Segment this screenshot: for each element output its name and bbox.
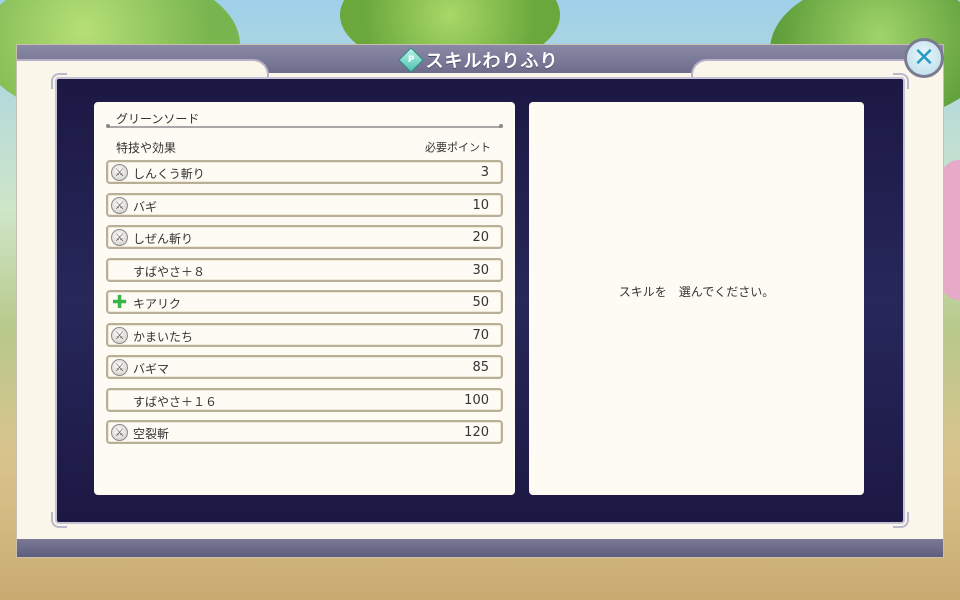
skill-name: しぜん斬り (133, 232, 194, 246)
skill-name: バギマ (133, 362, 170, 376)
close-button[interactable]: ✕ (904, 38, 944, 78)
skill-list: ⚔ しんくう斬り 3 ⚔ バギ 10 ⚔ しぜん斬り 20 すばやさ＋８ 30 … (106, 160, 503, 453)
skill-row[interactable]: ⚔ 空裂斬 120 (106, 420, 503, 444)
skill-name: すばやさ＋８ (133, 264, 206, 279)
title-bar: P スキルわりふり (17, 45, 943, 77)
sword-icon: ⚔ (111, 229, 128, 246)
skill-row[interactable]: ⚔ しんくう斬り 3 (106, 160, 503, 184)
sword-icon: ⚔ (111, 424, 128, 441)
skill-cost: 10 (472, 197, 489, 213)
select-skill-prompt: スキルを 選んでください。 (618, 285, 775, 299)
skill-row[interactable]: ⚔ バギマ 85 (106, 355, 503, 379)
skill-detail-panel: スキルを 選んでください。 (529, 102, 864, 495)
sword-icon: ⚔ (111, 196, 128, 214)
skill-row[interactable]: すばやさ＋８ 30 (106, 257, 503, 282)
sword-icon: ⚔ (111, 164, 128, 181)
skill-cost: 120 (464, 425, 489, 440)
divider (106, 124, 503, 128)
skill-name: かまいたち (133, 329, 194, 344)
weapon-name: グリーンソード (116, 112, 200, 126)
skill-row[interactable]: ⚔ しぜん斬り 20 (106, 225, 503, 249)
skill-row[interactable]: ⚔ バギ 10 (106, 192, 503, 217)
skill-cost: 50 (472, 295, 489, 310)
skill-cost: 85 (472, 360, 489, 375)
sword-icon: ⚔ (111, 359, 128, 376)
skill-list-panel: グリーンソード 特技や効果 必要ポイント ⚔ しんくう斬り 3 ⚔ バギ 10 … (94, 102, 515, 495)
sword-icon: ⚔ (111, 326, 128, 344)
skill-cost: 3 (480, 165, 489, 180)
skill-cost: 20 (472, 230, 489, 245)
skill-cost: 30 (472, 262, 489, 278)
column-header-points: 必要ポイント (425, 141, 491, 154)
skill-name: バギ (133, 199, 158, 214)
skill-cost: 70 (472, 327, 489, 343)
skill-name: しんくう斬り (133, 167, 205, 181)
skill-name: 空裂斬 (133, 427, 170, 441)
skill-row[interactable]: ✚ キアリク 50 (106, 290, 503, 314)
column-header-skill: 特技や効果 (116, 141, 177, 155)
window-title: スキルわりふり (425, 51, 559, 72)
close-icon: ✕ (913, 43, 935, 73)
skill-name: すばやさ＋１６ (133, 394, 218, 409)
skill-name: キアリク (133, 297, 182, 311)
skill-cost: 100 (464, 392, 489, 408)
bottom-bar (17, 539, 943, 557)
skill-row[interactable]: ⚔ かまいたち 70 (106, 322, 503, 347)
heal-cross-icon: ✚ (111, 292, 128, 313)
skill-points-gem-icon: P (397, 47, 424, 73)
skill-row[interactable]: すばやさ＋１６ 100 (106, 387, 503, 412)
